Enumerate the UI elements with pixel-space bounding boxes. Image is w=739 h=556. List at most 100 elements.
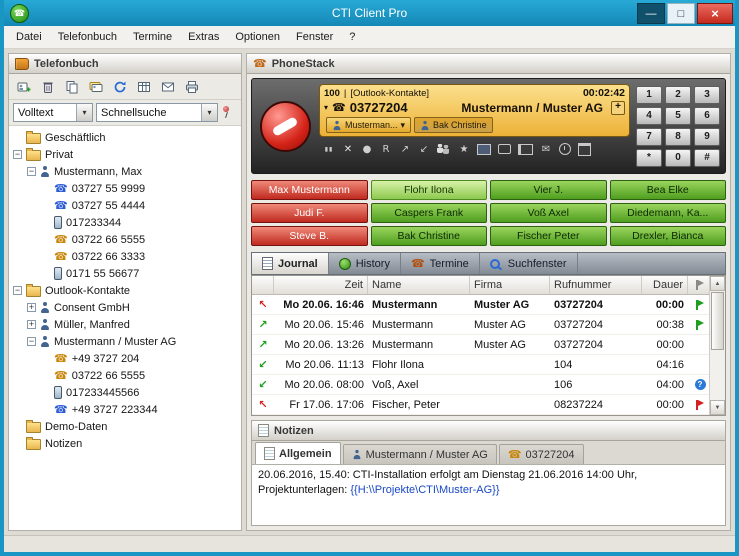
chevron-down-icon[interactable]: ▾: [201, 104, 217, 121]
speed-dial-button[interactable]: Voß Axel: [490, 203, 607, 223]
speed-dial-button[interactable]: Bak Christine: [371, 226, 488, 246]
pin-icon[interactable]: [221, 105, 231, 120]
keypad-key-6[interactable]: 6: [694, 107, 720, 125]
tree-expander[interactable]: −: [13, 286, 22, 295]
new-contact-icon[interactable]: [13, 77, 35, 97]
tree-item[interactable]: ☎+49 3727 223344: [9, 401, 241, 418]
call-tab[interactable]: Musterman...▾: [326, 117, 411, 133]
keypad-key-hash[interactable]: #: [694, 149, 720, 167]
speed-dial-button[interactable]: Caspers Frank: [371, 203, 488, 223]
tree-item[interactable]: ☎03722 66 5555: [9, 231, 241, 248]
notes-link[interactable]: {{H:\\Projekte\CTI\Muster-AG}}: [350, 484, 499, 496]
keypad-key-3[interactable]: 3: [694, 86, 720, 104]
tree-item[interactable]: Notizen: [9, 435, 241, 452]
scroll-down-icon[interactable]: ▼: [710, 400, 725, 415]
tree-item[interactable]: −Privat: [9, 146, 241, 163]
journal-row[interactable]: ↖Mo 20.06. 16:46MustermannMuster AG03727…: [252, 295, 709, 315]
keypad-key-1[interactable]: 1: [636, 86, 662, 104]
tree-item[interactable]: ☎03727 55 4444: [9, 197, 241, 214]
tree-item[interactable]: ☎+49 3727 204: [9, 350, 241, 367]
menu-item-telefonbuch[interactable]: Telefonbuch: [50, 28, 125, 46]
tree-expander[interactable]: −: [27, 337, 36, 346]
tree-item[interactable]: +Consent GmbH: [9, 299, 241, 316]
tree-expander[interactable]: −: [27, 167, 36, 176]
menu-item-extras[interactable]: Extras: [180, 28, 227, 46]
speed-dial-button[interactable]: Flohr Ilona: [371, 180, 488, 200]
calendar-icon[interactable]: [578, 143, 591, 156]
tree-expander[interactable]: −: [13, 150, 22, 159]
scroll-thumb[interactable]: [711, 292, 724, 350]
notes-text[interactable]: 20.06.2016, 15.40: CTI-Installation erfo…: [252, 465, 725, 525]
call-tab[interactable]: Bak Christine: [414, 117, 493, 133]
maximize-button[interactable]: □: [667, 3, 695, 24]
tree-item[interactable]: 0171 55 56677: [9, 265, 241, 282]
fulltext-combo[interactable]: Volltext ▾: [13, 103, 93, 122]
tab-history[interactable]: History: [329, 253, 401, 274]
transfer-icon[interactable]: ↗: [399, 144, 411, 155]
column-header-firma[interactable]: Firma: [470, 276, 550, 294]
tree-item[interactable]: −Outlook-Kontakte: [9, 282, 241, 299]
favorites-icon[interactable]: ★: [458, 144, 470, 155]
tree-expander[interactable]: +: [27, 320, 36, 329]
email-icon[interactable]: ✉: [540, 144, 552, 155]
copy-icon[interactable]: [61, 77, 83, 97]
notes-tab-mustermann-muster-ag[interactable]: Mustermann / Muster AG: [343, 444, 497, 464]
conference-icon[interactable]: [437, 144, 451, 154]
keypad-key-4[interactable]: 4: [636, 107, 662, 125]
column-header-rufnummer[interactable]: Rufnummer: [550, 276, 642, 294]
email-icon[interactable]: [157, 77, 179, 97]
tree-item[interactable]: Demo-Daten: [9, 418, 241, 435]
tab-termine[interactable]: ☎Termine: [401, 253, 480, 274]
speed-dial-button[interactable]: Max Mustermann: [251, 180, 368, 200]
tree-item[interactable]: 017233344: [9, 214, 241, 231]
tree-item[interactable]: −Mustermann / Muster AG: [9, 333, 241, 350]
journal-scrollbar[interactable]: ▲ ▼: [709, 276, 725, 415]
menu-item-datei[interactable]: Datei: [8, 28, 50, 46]
tree-item[interactable]: ☎03722 66 5555: [9, 367, 241, 384]
speed-dial-button[interactable]: Steve B.: [251, 226, 368, 246]
tree-item[interactable]: ☎03722 66 3333: [9, 248, 241, 265]
call-button[interactable]: [260, 101, 311, 152]
addressbook-icon[interactable]: [518, 144, 533, 155]
redial-icon[interactable]: R: [380, 144, 392, 155]
record-icon[interactable]: ●: [361, 144, 373, 155]
journal-row[interactable]: ↗Mo 20.06. 13:26MustermannMuster AG03727…: [252, 335, 709, 355]
hangup-icon[interactable]: ✕: [342, 144, 354, 155]
journal-row[interactable]: ↖Fr 17.06. 17:06Fischer, Peter0823722400…: [252, 395, 709, 415]
scroll-track[interactable]: [710, 291, 725, 400]
column-header-zeit[interactable]: Zeit: [274, 276, 368, 294]
delete-icon[interactable]: [37, 77, 59, 97]
speed-dial-button[interactable]: Judi F.: [251, 203, 368, 223]
speed-dial-button[interactable]: Vier J.: [490, 180, 607, 200]
menu-item-optionen[interactable]: Optionen: [227, 28, 288, 46]
quicksearch-combo[interactable]: Schnellsuche ▾: [96, 103, 218, 122]
add-call-button[interactable]: +: [611, 101, 625, 115]
column-header-dauer[interactable]: Dauer: [642, 276, 688, 294]
menu-item-termine[interactable]: Termine: [125, 28, 180, 46]
tree-item[interactable]: 017233445566: [9, 384, 241, 401]
pause-icon[interactable]: ▮▮: [323, 146, 335, 153]
table-view-icon[interactable]: [133, 77, 155, 97]
journal-row[interactable]: ↙Mo 20.06. 08:00Voß, Axel10604:00?: [252, 375, 709, 395]
journal-row[interactable]: ↙Mo 20.06. 11:13Flohr Ilona10404:16: [252, 355, 709, 375]
tree-expander[interactable]: +: [27, 303, 36, 312]
column-header-flag[interactable]: [688, 276, 709, 294]
history-icon[interactable]: [559, 143, 571, 155]
speed-dial-button[interactable]: Diedemann, Ka...: [610, 203, 727, 223]
column-header-name[interactable]: Name: [368, 276, 470, 294]
keypad-key-8[interactable]: 8: [665, 128, 691, 146]
refresh-icon[interactable]: [109, 77, 131, 97]
speed-dial-button[interactable]: Fischer Peter: [490, 226, 607, 246]
chevron-down-icon[interactable]: ▾: [76, 104, 92, 121]
keypad-key-5[interactable]: 5: [665, 107, 691, 125]
tree-item[interactable]: Geschäftlich: [9, 129, 241, 146]
minimize-button[interactable]: —: [637, 3, 665, 24]
speed-dial-button[interactable]: Drexler, Bianca: [610, 226, 727, 246]
screen-icon[interactable]: [477, 144, 491, 155]
close-button[interactable]: ×: [697, 3, 733, 24]
keypad-key-7[interactable]: 7: [636, 128, 662, 146]
menu-item-help[interactable]: ?: [341, 28, 363, 46]
menu-item-fenster[interactable]: Fenster: [288, 28, 341, 46]
tree-item[interactable]: +Müller, Manfred: [9, 316, 241, 333]
notes-tab-03727204[interactable]: ☎03727204: [499, 444, 584, 464]
